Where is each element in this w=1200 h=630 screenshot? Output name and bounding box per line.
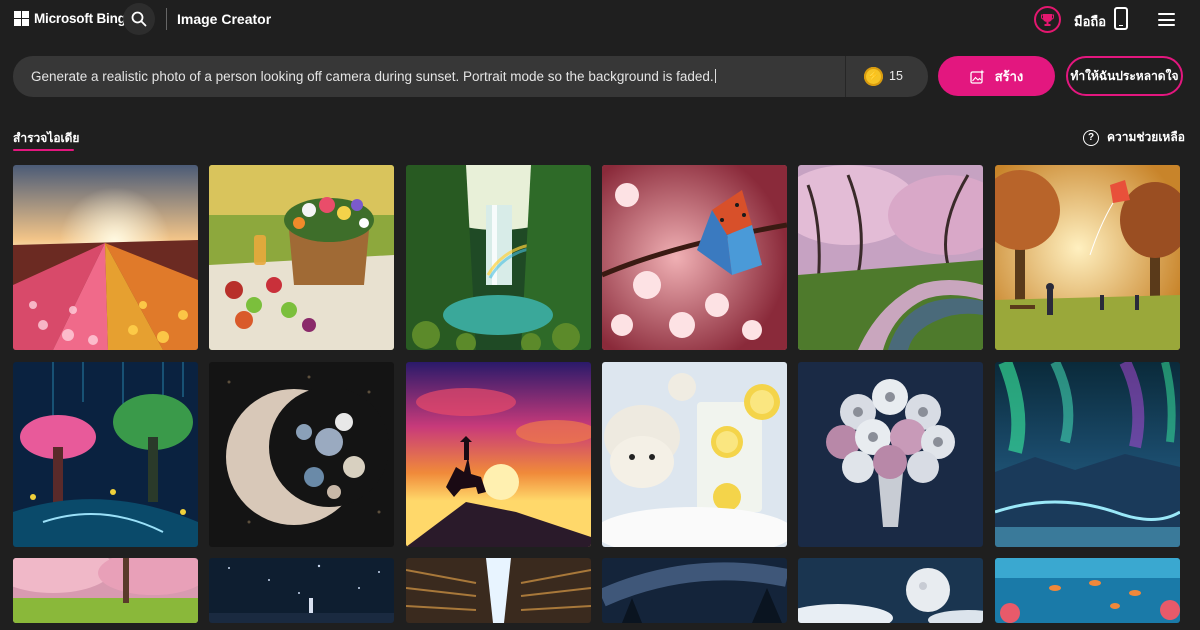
- gallery-image[interactable]: [406, 362, 591, 547]
- gallery-image[interactable]: [406, 165, 591, 350]
- header-divider: [166, 8, 167, 30]
- gallery-image[interactable]: [602, 362, 787, 547]
- prompt-input[interactable]: Generate a realistic photo of a person l…: [13, 56, 928, 97]
- create-button[interactable]: สร้าง: [938, 56, 1055, 96]
- search-button[interactable]: [123, 3, 155, 35]
- active-tab-indicator: [13, 149, 74, 151]
- gallery-image[interactable]: [995, 362, 1180, 547]
- mobile-link[interactable]: มือถือ: [1074, 11, 1106, 32]
- prompt-divider: [845, 56, 846, 97]
- help-link[interactable]: ? ความช่วยเหลือ: [1083, 128, 1185, 147]
- gallery-image[interactable]: [209, 362, 394, 547]
- gallery-image[interactable]: [13, 165, 198, 350]
- gallery-image[interactable]: [406, 558, 591, 623]
- create-label: สร้าง: [994, 68, 1024, 84]
- app-title[interactable]: Image Creator: [177, 11, 271, 27]
- gallery-image[interactable]: [798, 165, 983, 350]
- prompt-text[interactable]: Generate a realistic photo of a person l…: [31, 69, 716, 84]
- gallery-image[interactable]: [798, 362, 983, 547]
- trophy-icon: [1041, 13, 1054, 26]
- gallery-image[interactable]: [798, 558, 983, 623]
- rewards-button[interactable]: [1034, 6, 1061, 33]
- brand-name: Microsoft Bing: [34, 11, 126, 26]
- image-sparkle-icon: [970, 69, 985, 84]
- boost-count: 15: [889, 69, 903, 83]
- help-label: ความช่วยเหลือ: [1107, 130, 1185, 144]
- surprise-me-button[interactable]: ทำให้ฉันประหลาดใจ: [1066, 56, 1183, 96]
- gallery-image[interactable]: [995, 165, 1180, 350]
- gallery-image[interactable]: [13, 558, 198, 623]
- question-icon: ?: [1083, 129, 1099, 146]
- boost-coin-icon: ⚡: [864, 67, 883, 86]
- phone-icon[interactable]: [1114, 7, 1128, 30]
- tab-explore-ideas[interactable]: สำรวจไอเดีย: [13, 129, 79, 148]
- gallery-image[interactable]: [602, 558, 787, 623]
- hamburger-menu-icon[interactable]: [1158, 13, 1175, 26]
- gallery-image[interactable]: [209, 165, 394, 350]
- top-bar: Microsoft Bing Image Creator มือถือ: [0, 0, 1200, 38]
- gallery-image[interactable]: [209, 558, 394, 623]
- gallery-image[interactable]: [995, 558, 1180, 623]
- search-icon: [131, 11, 147, 27]
- gallery-image[interactable]: [13, 362, 198, 547]
- bing-logo[interactable]: Microsoft Bing: [14, 11, 126, 26]
- microsoft-logo-icon: [14, 11, 29, 26]
- gallery-image[interactable]: [602, 165, 787, 350]
